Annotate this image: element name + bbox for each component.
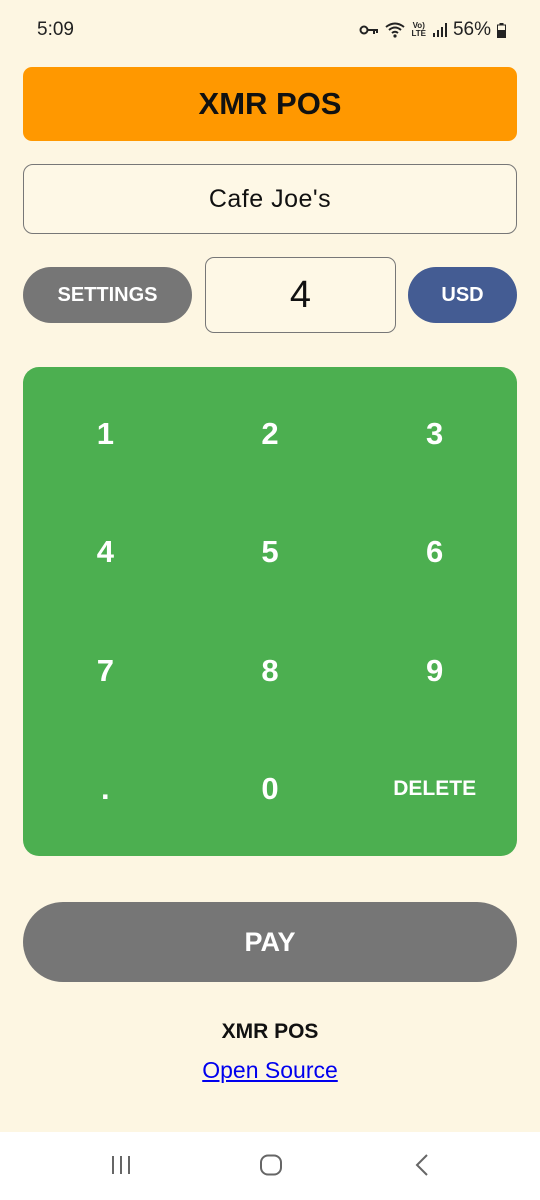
- battery-icon: [497, 22, 506, 38]
- key-6[interactable]: 6: [352, 493, 517, 611]
- signal-icon: [432, 23, 447, 37]
- key-5[interactable]: 5: [188, 493, 353, 611]
- amount-value: 4: [289, 273, 312, 316]
- key-decimal[interactable]: .: [23, 730, 188, 848]
- status-time: 5:09: [37, 19, 74, 40]
- app-title: XMR POS: [198, 86, 342, 121]
- amount-display: 4: [205, 257, 396, 333]
- key-1[interactable]: 1: [23, 375, 188, 493]
- open-source-link[interactable]: Open Source: [0, 1057, 540, 1084]
- network-type: Vo) LTE: [411, 21, 426, 38]
- app-title-bar: XMR POS: [23, 67, 517, 141]
- key-2[interactable]: 2: [188, 375, 353, 493]
- store-name: Cafe Joe's: [208, 184, 332, 213]
- home-icon[interactable]: [259, 1154, 283, 1181]
- footer-title: XMR POS: [221, 1020, 319, 1043]
- currency-button[interactable]: USD: [408, 267, 517, 323]
- wifi-icon: [385, 22, 406, 38]
- store-name-field[interactable]: Cafe Joe's: [23, 164, 517, 234]
- key-0[interactable]: 0: [188, 730, 353, 848]
- navigation-bar: [0, 1132, 540, 1200]
- key-4[interactable]: 4: [23, 493, 188, 611]
- key-7[interactable]: 7: [23, 612, 188, 730]
- key-3[interactable]: 3: [352, 375, 517, 493]
- pay-button[interactable]: PAY: [23, 902, 517, 982]
- key-icon: [359, 24, 379, 36]
- back-icon[interactable]: [414, 1154, 430, 1181]
- key-9[interactable]: 9: [352, 612, 517, 730]
- battery-percent: 56%: [452, 19, 491, 40]
- key-8[interactable]: 8: [188, 612, 353, 730]
- delete-button[interactable]: DELETE: [352, 730, 517, 848]
- recents-icon[interactable]: [110, 1154, 132, 1181]
- status-bar: 5:09 Vo) LTE 56%: [0, 0, 540, 60]
- keypad: 1 2 3 4 5 6 7 8 9 . 0 DELETE: [23, 367, 517, 856]
- status-icons: Vo) LTE 56%: [359, 19, 506, 41]
- settings-button[interactable]: SETTINGS: [23, 267, 192, 323]
